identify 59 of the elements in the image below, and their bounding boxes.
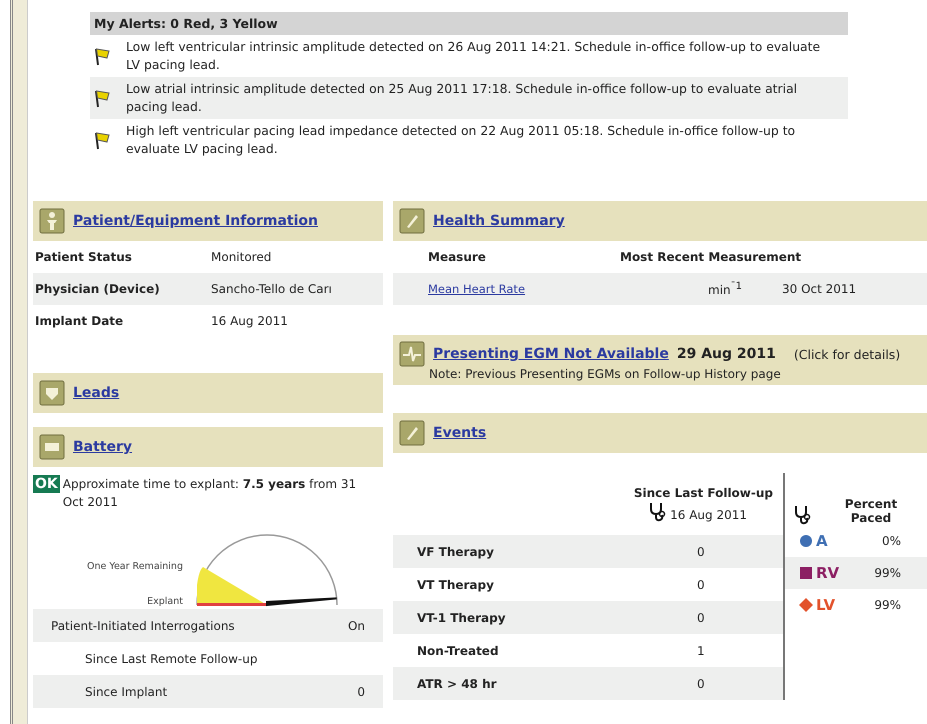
column-header: Measure	[428, 250, 487, 264]
event-label: ATR > 48 hr	[416, 676, 498, 690]
event-label: Non-Treated	[416, 644, 500, 658]
event-count: 0	[697, 578, 706, 592]
alert-message: Low atrial intrinsic amplitude detected on 25 Aug 2011 17:18. Schedule in-office follow-up to evaluate atrial pacing lead.	[126, 80, 798, 116]
section-link[interactable]: Presenting EGM Not Available	[433, 346, 669, 362]
event-label: VF Therapy	[416, 544, 495, 558]
event-count: 0	[697, 544, 706, 558]
section-link[interactable]: Battery	[73, 439, 132, 455]
field-label: Implant Date	[35, 314, 124, 328]
note-text: Note: Previous Presenting EGMs on Follow-up History page	[429, 367, 782, 381]
chamber-label: A	[816, 532, 829, 550]
gauge-label: One Year Remaining	[87, 561, 183, 572]
row-label: Patient-Initiated Interrogations	[51, 618, 235, 632]
event-count: 0	[697, 610, 706, 624]
column-header: Most Recent Measurement	[620, 250, 802, 264]
battery-icon	[39, 434, 65, 460]
field-value: 16 Aug 2011	[211, 314, 288, 328]
row-value: On	[348, 618, 365, 632]
paced-percent: 99%	[873, 566, 901, 580]
pen-icon	[399, 420, 425, 446]
section-link[interactable]: Events	[433, 425, 486, 441]
paced-percent: 0%	[880, 534, 901, 548]
measure-link[interactable]: Mean Heart Rate	[428, 282, 620, 296]
gauge-label: Explant	[147, 596, 183, 607]
leads-icon	[39, 380, 65, 406]
section-link[interactable]: Health Summary	[433, 213, 565, 229]
row-label: Since Last Remote Follow-up	[85, 652, 258, 666]
field-value: Sancho-Tello de Carı	[211, 282, 332, 296]
stethoscope-icon	[793, 505, 811, 525]
stethoscope-icon	[648, 502, 666, 522]
status-badge: OK	[33, 475, 60, 493]
table-cell: 30 Oct 2011	[782, 282, 856, 296]
event-label: VT Therapy	[416, 578, 495, 592]
waveform-icon	[399, 341, 425, 367]
section-link[interactable]: Leads	[73, 385, 120, 401]
alert-message: Low left ventricular intrinsic amplitude detected on 26 Aug 2011 14:21. Schedule in-office follow-up to evaluate LV pacing lead.	[126, 38, 822, 74]
egm-date: 29 Aug 2011	[676, 346, 776, 362]
field-label: Patient Status	[35, 250, 133, 264]
paced-percent: 99%	[873, 598, 901, 612]
alert-message: High left ventricular pacing lead impedance detected on 22 Aug 2011 05:18. Schedule in-office follow-up to evaluate LV pacing lead.	[126, 122, 796, 158]
chamber-label: RV	[816, 564, 840, 582]
pen-icon	[399, 208, 425, 234]
row-label: Since Implant	[85, 684, 168, 698]
row-value: 0	[357, 684, 365, 698]
event-label: VT-1 Therapy	[416, 610, 507, 624]
chamber-label: LV	[816, 596, 836, 614]
follow-up-date: 16 Aug 2011	[670, 508, 747, 522]
alerts-header: My Alerts: 0 Red, 3 Yellow	[90, 12, 848, 35]
field-value: Monitored	[211, 250, 272, 264]
event-count: 0	[697, 676, 706, 690]
details-hint: (Click for details)	[794, 346, 900, 362]
event-count: 1	[697, 644, 706, 658]
field-label: Physician (Device)	[35, 282, 161, 296]
column-header: Percent Paced	[844, 497, 898, 525]
person-icon	[39, 208, 65, 234]
column-header: Since Last Follow-up	[634, 486, 773, 500]
explant-estimate: Approximate time to explant: 7.5 years from 31 Oct 2011	[62, 476, 358, 511]
unit-text: min$^{¯1}$	[708, 281, 744, 297]
